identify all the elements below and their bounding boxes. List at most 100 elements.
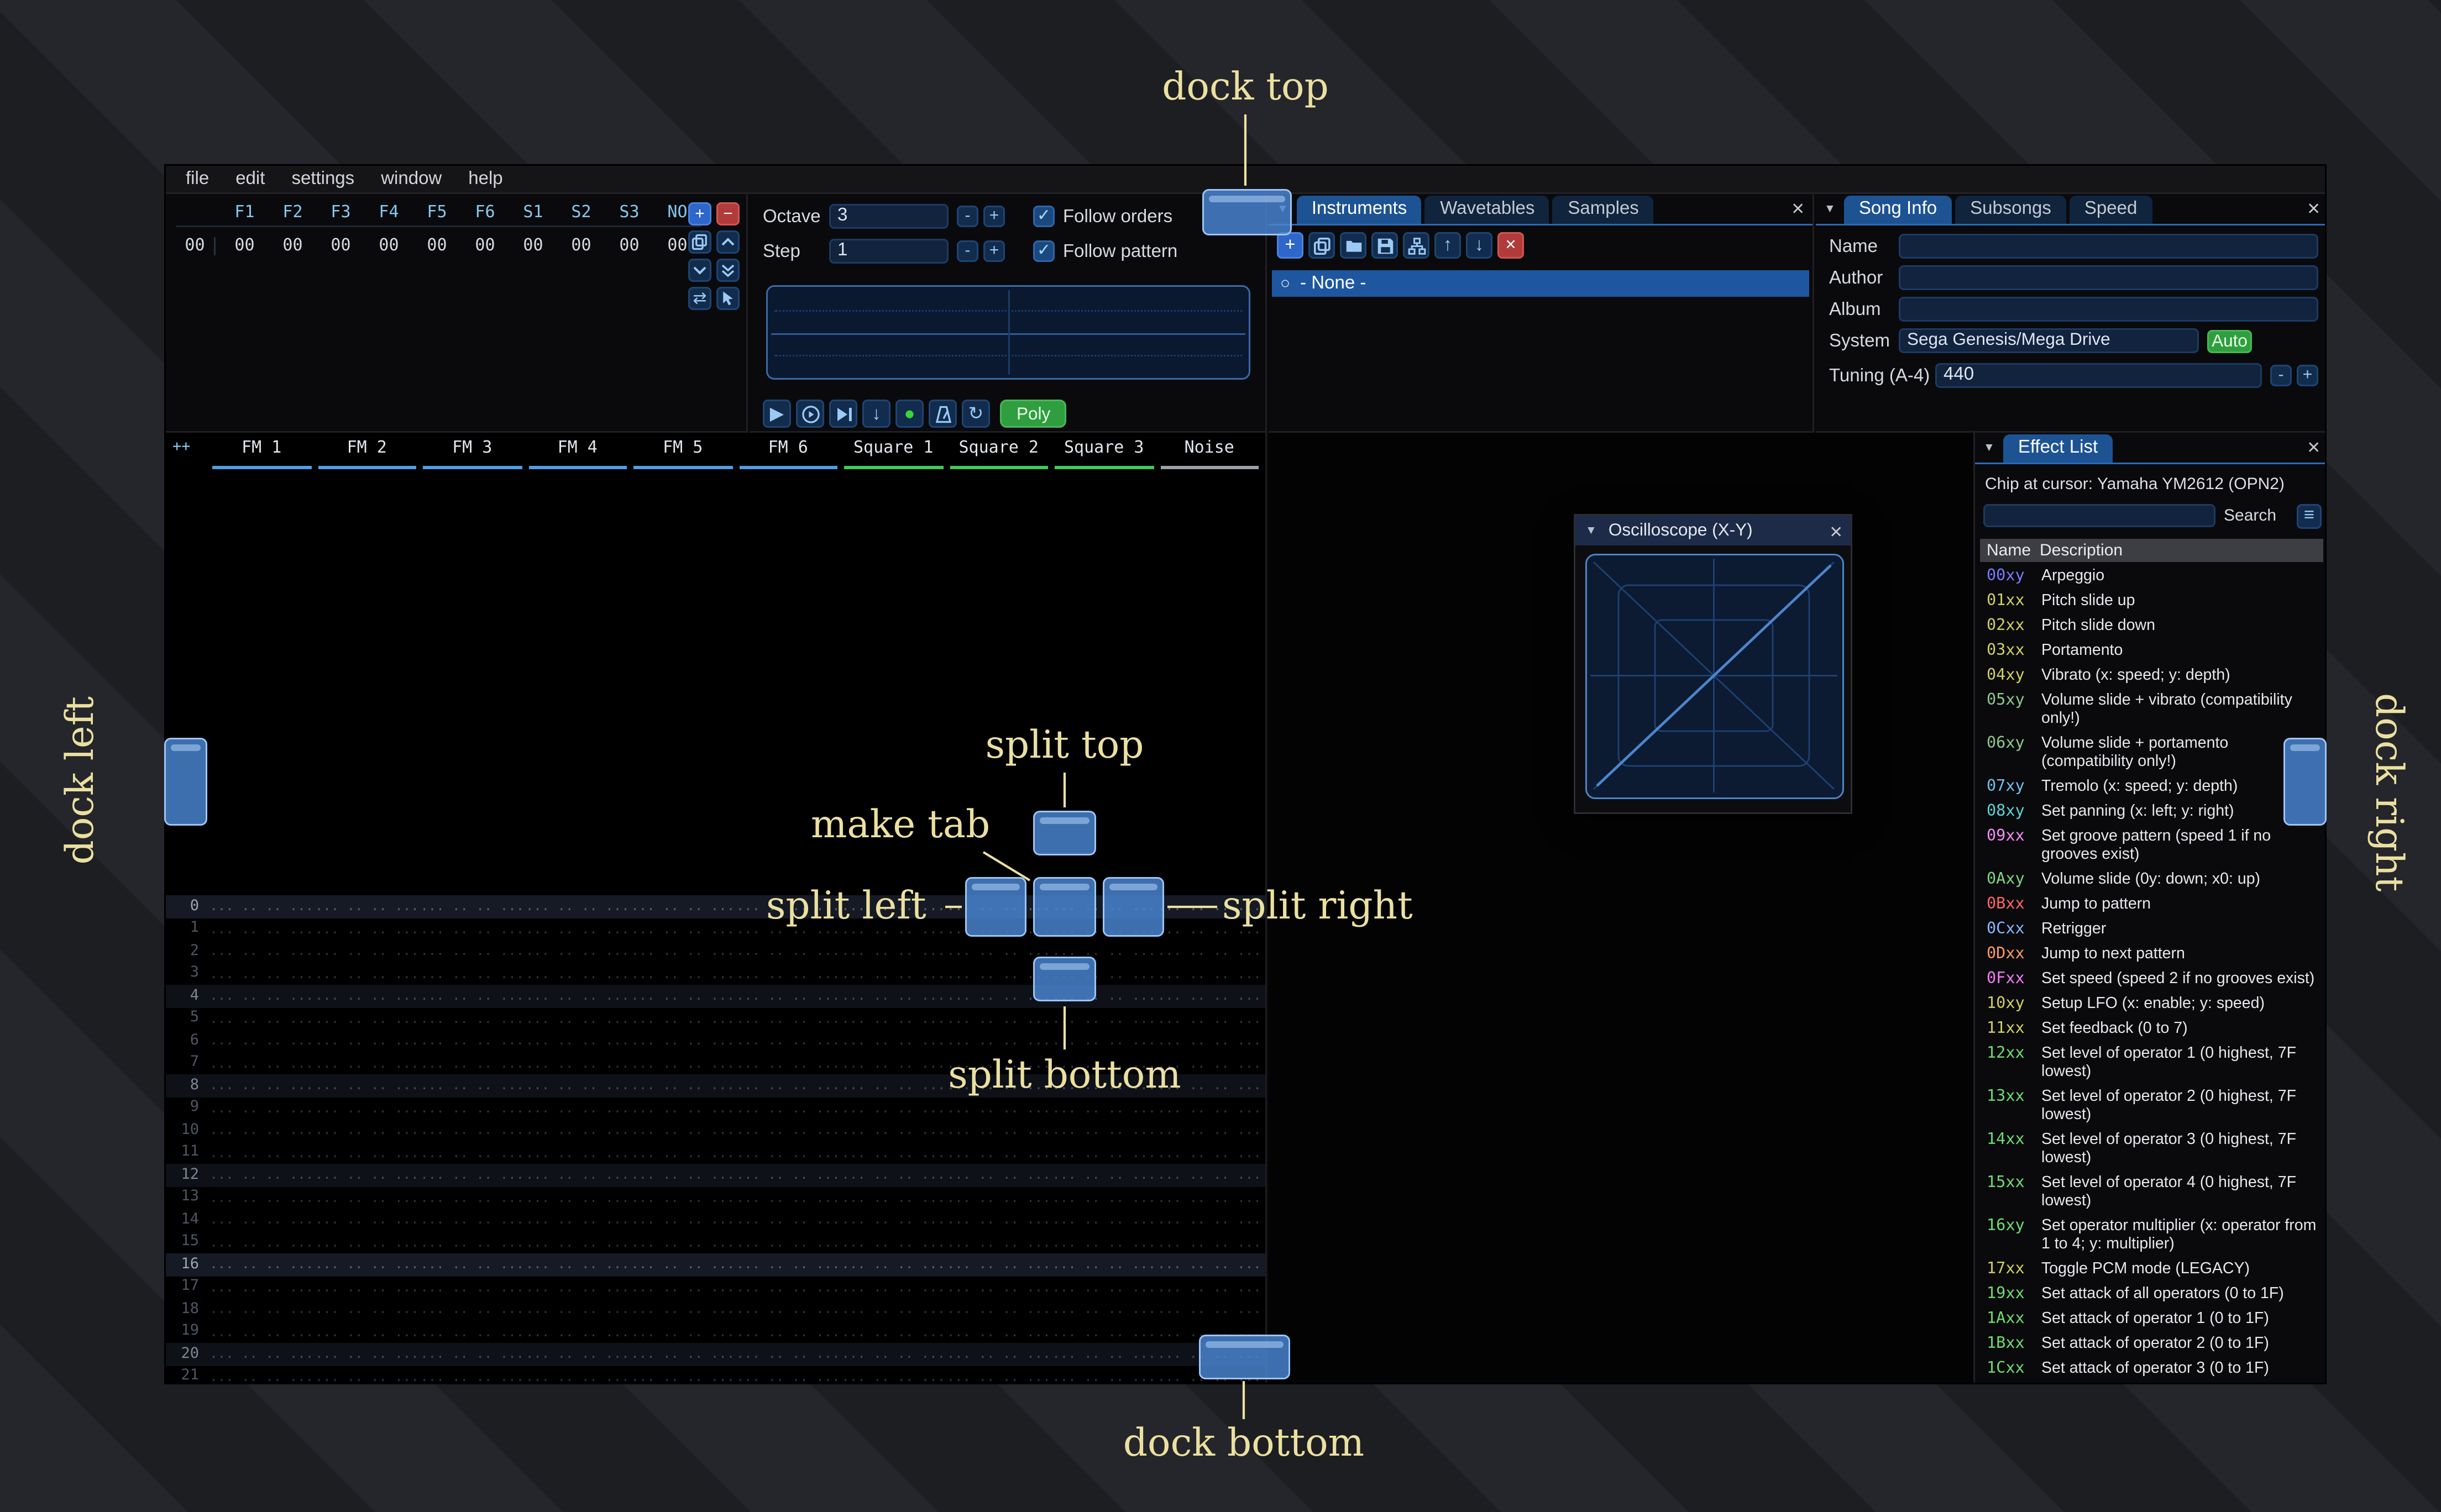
- pattern-cell[interactable]: ... .. .. ...: [946, 1100, 1052, 1115]
- pattern-cell[interactable]: ... .. .. ...: [841, 1302, 946, 1317]
- tab-effect-list[interactable]: Effect List: [2003, 434, 2113, 463]
- pattern-cell[interactable]: ... .. .. ...: [1157, 1257, 1263, 1272]
- pattern-cell[interactable]: ... .. .. ...: [1157, 1011, 1263, 1026]
- pattern-cell[interactable]: ... .. .. ...: [315, 1033, 420, 1048]
- step-decrease-button[interactable]: -: [957, 240, 978, 262]
- order-value-cell[interactable]: 00: [509, 237, 557, 255]
- pattern-cell[interactable]: ... .. .. ...: [1051, 1235, 1157, 1250]
- pattern-cell[interactable]: ... .. .. ...: [420, 1257, 525, 1272]
- pattern-cell[interactable]: ... .. .. ...: [736, 1145, 841, 1160]
- pattern-cell[interactable]: ... .. .. ...: [736, 1302, 841, 1317]
- tab-samples[interactable]: Samples: [1553, 196, 1654, 224]
- play-from-start-button[interactable]: [796, 400, 824, 428]
- system-value[interactable]: Sega Genesis/Mega Drive: [1899, 328, 2199, 353]
- pattern-cell[interactable]: ... .. .. ...: [841, 1033, 946, 1048]
- pattern-cell[interactable]: ... .. .. ...: [736, 1235, 841, 1250]
- dock-make-tab[interactable]: [1033, 877, 1096, 937]
- pattern-cell[interactable]: ... .. .. ...: [630, 944, 736, 959]
- oscilloscope-titlebar[interactable]: ▼ Oscilloscope (X-Y) ×: [1575, 516, 1851, 545]
- pattern-cell[interactable]: ... .. .. ...: [736, 1033, 841, 1048]
- pattern-cell[interactable]: ... .. .. ...: [736, 966, 841, 981]
- dock-target-top[interactable]: [1202, 189, 1292, 235]
- channel-header-square-3[interactable]: Square 3: [1051, 439, 1157, 469]
- pattern-cell[interactable]: ... .. .. ...: [946, 944, 1052, 959]
- pattern-cell[interactable]: ... .. .. ...: [841, 1212, 946, 1227]
- tuning-input[interactable]: 440: [1935, 363, 2262, 388]
- pattern-cell[interactable]: ... .. .. ...: [209, 944, 315, 959]
- order-value-cell[interactable]: 00: [461, 237, 509, 255]
- pattern-cell[interactable]: ... .. .. ...: [841, 989, 946, 1004]
- pattern-cell[interactable]: ... .. .. ...: [420, 989, 525, 1004]
- pattern-cell[interactable]: ... .. .. ...: [946, 1168, 1052, 1183]
- pattern-cell[interactable]: ... .. .. ...: [420, 1324, 525, 1339]
- pattern-cell[interactable]: ... .. .. ...: [946, 1033, 1052, 1048]
- pattern-cell[interactable]: ... .. .. ...: [315, 1011, 420, 1026]
- edit-record-button[interactable]: ●: [895, 400, 924, 428]
- channel-header-square-1[interactable]: Square 1: [841, 439, 946, 469]
- name-input[interactable]: [1899, 234, 2318, 259]
- octave-input[interactable]: 3: [829, 204, 949, 229]
- pattern-cell[interactable]: ... .. .. ...: [736, 989, 841, 1004]
- pattern-cell[interactable]: ... .. .. ...: [315, 921, 420, 936]
- pattern-cell[interactable]: ... .. .. ...: [1157, 989, 1263, 1004]
- dock-split-top[interactable]: [1033, 811, 1096, 855]
- pattern-cell[interactable]: ... .. .. ...: [315, 1078, 420, 1093]
- pattern-cell[interactable]: ... .. .. ...: [630, 1100, 736, 1115]
- pattern-cell[interactable]: ... .. .. ...: [1157, 1190, 1263, 1205]
- dock-split-bottom[interactable]: [1033, 957, 1096, 1001]
- pattern-cell[interactable]: ... .. .. ...: [315, 1302, 420, 1317]
- close-icon[interactable]: ×: [2307, 196, 2320, 222]
- window-menu-arrow-icon[interactable]: ▼: [1822, 204, 1841, 216]
- pattern-cell[interactable]: ... .. .. ...: [525, 1011, 631, 1026]
- order-value-cell[interactable]: 00: [557, 237, 605, 255]
- order-remove-button[interactable]: −: [716, 202, 740, 225]
- pattern-cell[interactable]: ... .. .. ...: [525, 1235, 631, 1250]
- pattern-cell[interactable]: ... .. .. ...: [315, 1100, 420, 1115]
- pattern-cell[interactable]: ... .. .. ...: [1051, 1123, 1157, 1138]
- system-auto-button[interactable]: Auto: [2207, 329, 2252, 353]
- pattern-cell[interactable]: ... .. .. ...: [630, 1078, 736, 1093]
- pattern-cell[interactable]: ... .. .. ...: [420, 966, 525, 981]
- pattern-cell[interactable]: ... .. .. ...: [1157, 1168, 1263, 1183]
- pattern-cell[interactable]: ... .. .. ...: [315, 1123, 420, 1138]
- pattern-cell[interactable]: ... .. .. ...: [315, 1324, 420, 1339]
- pattern-cell[interactable]: ... .. .. ...: [1051, 1324, 1157, 1339]
- pattern-cell[interactable]: ... .. .. ...: [420, 1056, 525, 1070]
- pattern-cell[interactable]: ... .. .. ...: [1051, 1145, 1157, 1160]
- window-menu-arrow-icon[interactable]: ▼: [1982, 443, 2000, 454]
- pattern-cell[interactable]: ... .. .. ...: [630, 1212, 736, 1227]
- pattern-cell[interactable]: ... .. .. ...: [1051, 1302, 1157, 1317]
- pattern-cell[interactable]: ... .. .. ...: [525, 966, 631, 981]
- pattern-cell[interactable]: ... .. .. ...: [315, 1212, 420, 1227]
- collapse-arrow-icon[interactable]: ▼: [1584, 525, 1602, 537]
- pattern-cell[interactable]: ... .. .. ...: [209, 1033, 315, 1048]
- pattern-cell[interactable]: ... .. .. ...: [525, 1212, 631, 1227]
- pattern-cell[interactable]: ... .. .. ...: [736, 1347, 841, 1362]
- follow-orders-checkbox[interactable]: ✓: [1033, 206, 1055, 227]
- pattern-cell[interactable]: ... .. .. ...: [1051, 1212, 1157, 1227]
- pattern-cell[interactable]: ... .. .. ...: [315, 1235, 420, 1250]
- pattern-cell[interactable]: ... .. .. ...: [736, 1100, 841, 1115]
- pattern-cell[interactable]: ... .. .. ...: [420, 1078, 525, 1093]
- pattern-cell[interactable]: ... .. .. ...: [736, 1056, 841, 1070]
- pattern-cell[interactable]: ... .. .. ...: [946, 1369, 1052, 1383]
- pattern-cell[interactable]: ... .. .. ...: [209, 1324, 315, 1339]
- pattern-cell[interactable]: ... .. .. ...: [209, 1302, 315, 1317]
- dock-split-left[interactable]: [965, 877, 1026, 937]
- tab-song-info[interactable]: Song Info: [1843, 196, 1952, 224]
- pattern-cell[interactable]: ... .. .. ...: [736, 1078, 841, 1093]
- author-input[interactable]: [1899, 265, 2318, 290]
- order-value-cell[interactable]: 00: [605, 237, 653, 255]
- pattern-cell[interactable]: ... .. .. ...: [525, 1078, 631, 1093]
- order-move-down-button[interactable]: [688, 259, 711, 282]
- pattern-cell[interactable]: ... .. .. ...: [841, 1078, 946, 1093]
- pattern-cell[interactable]: ... .. .. ...: [315, 966, 420, 981]
- order-value-cell[interactable]: 00: [221, 237, 269, 255]
- pattern-cell[interactable]: ... .. .. ...: [209, 1145, 315, 1160]
- pattern-cell[interactable]: ... .. .. ...: [1051, 1100, 1157, 1115]
- pattern-cell[interactable]: ... .. .. ...: [841, 1168, 946, 1183]
- pattern-cell[interactable]: ... .. .. ...: [946, 1145, 1052, 1160]
- pattern-cell[interactable]: ... .. .. ...: [736, 1324, 841, 1339]
- pattern-cell[interactable]: ... .. .. ...: [209, 1168, 315, 1183]
- pattern-cell[interactable]: ... .. .. ...: [315, 1168, 420, 1183]
